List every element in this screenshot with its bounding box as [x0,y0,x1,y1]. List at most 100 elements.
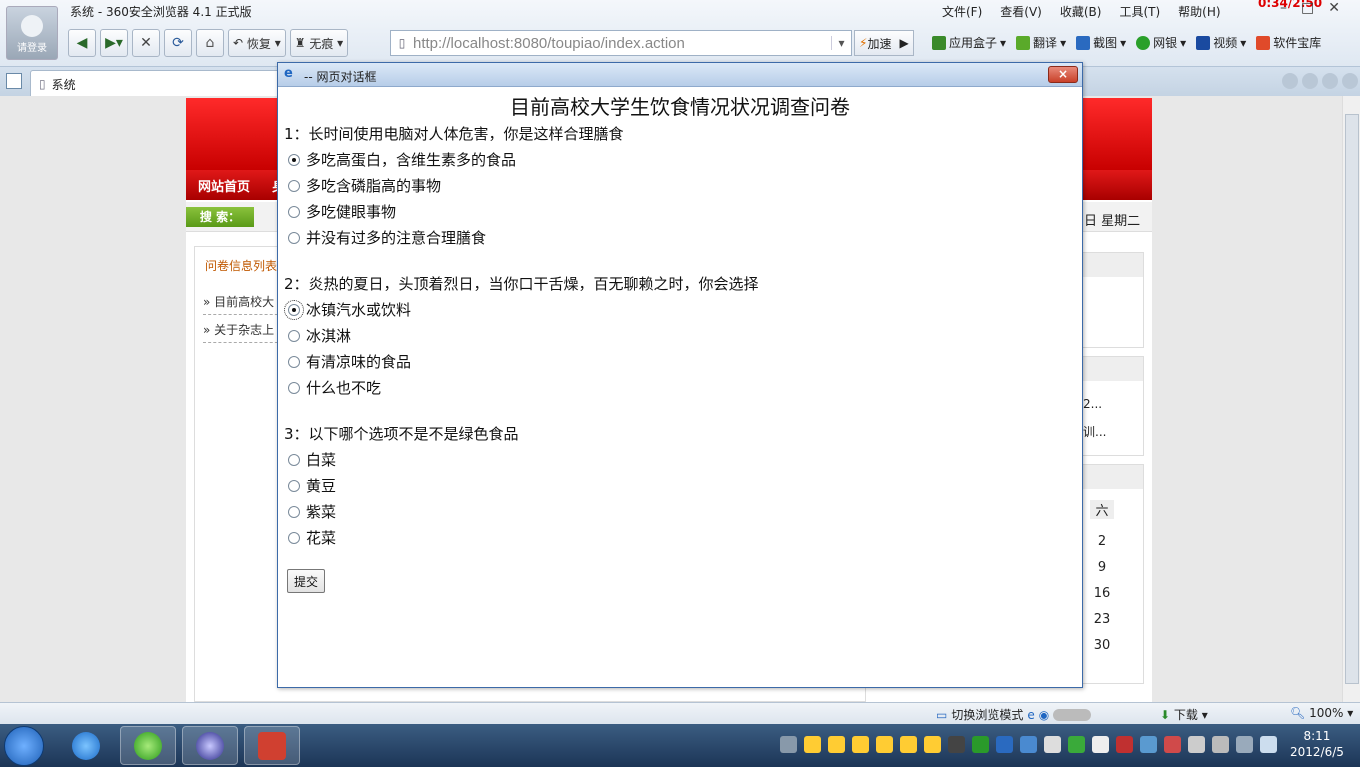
calendar-day[interactable]: 23 [1090,612,1114,627]
taskbar-toolbox[interactable] [244,726,300,765]
go-arrow-icon[interactable]: ▶ [899,36,908,50]
shield-icon[interactable] [996,736,1013,753]
screenshot-button[interactable]: 截图 ▾ [1076,34,1126,51]
taskbar-eclipse[interactable] [182,726,238,765]
qq-icon[interactable] [876,736,893,753]
taskbar-360-browser[interactable] [120,726,176,765]
qq-icon[interactable] [804,736,821,753]
toggle-icon[interactable] [1053,708,1092,721]
tool-icon[interactable] [948,736,965,753]
mode-switch-button[interactable]: ▭ 切换浏览模式 e ◉ [936,706,1092,723]
menu-file[interactable]: 文件(F) [942,3,982,20]
qq-icon[interactable] [852,736,869,753]
app-tray-icon[interactable] [1092,736,1109,753]
back-button[interactable]: ◀ [68,29,96,57]
note-icon[interactable] [1044,736,1061,753]
address-bar[interactable]: ▯ http://localhost:8080/toupiao/index.ac… [390,30,852,56]
list-item-text[interactable]: 关于杂志上 [214,323,274,337]
system-clock[interactable]: 8:11 2012/6/5 [1290,728,1344,760]
qq-icon[interactable] [900,736,917,753]
speed-button[interactable]: ⚡ 加速 ▶ [854,30,914,56]
banking-button[interactable]: 网银 ▾ [1136,34,1186,51]
radio-button[interactable] [288,355,300,368]
tab-close-icon[interactable] [1342,73,1358,89]
download-button[interactable]: ⬇ 下载 ▾ [1160,706,1208,723]
calendar-day[interactable]: 16 [1090,586,1114,601]
login-avatar[interactable]: 请登录 [6,6,58,60]
qq-icon[interactable] [924,736,941,753]
radio-button[interactable] [288,531,300,544]
software-store-button[interactable]: 软件宝库 [1256,34,1321,51]
keyboard-icon[interactable] [780,736,797,753]
maximize-icon[interactable]: □ [1301,0,1314,16]
calendar-day[interactable]: 2 [1090,534,1114,549]
taskbar-ie[interactable] [58,726,114,765]
app-box-button[interactable]: 应用盒子 ▾ [932,34,1006,51]
start-button[interactable] [4,726,44,766]
app-tray-icon[interactable] [1140,736,1157,753]
zoom-control[interactable]: 🔍︎ 100% ▾ [1290,706,1353,720]
close-window-icon[interactable]: ✕ [1328,0,1340,16]
q1-option-1[interactable]: 多吃高蛋白，含维生素多的食品 [288,149,516,170]
q2-option-3[interactable]: 有清凉味的食品 [288,351,411,372]
list-item[interactable]: » 关于杂志上 [203,321,283,343]
q3-option-4[interactable]: 花菜 [288,527,336,548]
volume-icon[interactable] [1260,736,1277,753]
sidebar-toggle-icon[interactable] [6,73,22,89]
radio-button[interactable] [288,479,300,492]
calendar-day[interactable]: 30 [1090,638,1114,653]
tab-list-icon[interactable] [1322,73,1338,89]
translate-button[interactable]: 翻译 ▾ [1016,34,1066,51]
q3-option-2[interactable]: 黄豆 [288,475,336,496]
right-snippet[interactable]: 2... [1083,397,1102,411]
radio-button[interactable] [284,299,304,320]
refresh-tray-icon[interactable] [1068,736,1085,753]
globe-icon[interactable]: ◉ [1039,708,1049,722]
trace-button[interactable]: ♜ 无痕 ▾ [289,29,349,57]
radio-button[interactable] [288,205,300,218]
nav-home-link[interactable]: 网站首页 [198,176,250,195]
video-button[interactable]: 视频 ▾ [1196,34,1246,51]
home-button[interactable]: ⌂ [196,29,224,57]
q1-option-3[interactable]: 多吃健眼事物 [288,201,396,222]
tab-prev-icon[interactable] [1282,73,1298,89]
ie-mode-icon[interactable]: e [1027,708,1034,722]
display-icon[interactable] [1236,736,1253,753]
menu-favorites[interactable]: 收藏(B) [1060,3,1102,20]
q2-option-4[interactable]: 什么也不吃 [288,377,381,398]
q3-option-3[interactable]: 紫菜 [288,501,336,522]
q1-option-4[interactable]: 并没有过多的注意合理膳食 [288,227,486,248]
menu-help[interactable]: 帮助(H) [1178,3,1220,20]
app-tray-icon[interactable] [1164,736,1181,753]
right-snippet[interactable]: 训... [1083,423,1106,440]
network-status-icon[interactable] [1212,736,1229,753]
radio-button[interactable] [288,505,300,518]
address-url[interactable]: http://localhost:8080/toupiao/index.acti… [413,35,831,52]
forward-button[interactable]: ▶▾ [100,29,128,57]
radio-button[interactable] [288,381,300,394]
tool-tray-icon[interactable] [1116,736,1133,753]
calendar-day[interactable]: 9 [1090,560,1114,575]
radio-button[interactable] [288,329,300,342]
scrollbar-thumb[interactable] [1345,114,1359,684]
menu-tools[interactable]: 工具(T) [1119,3,1160,20]
dialog-close-button[interactable]: × [1048,66,1078,83]
q2-option-2[interactable]: 冰淇淋 [288,325,351,346]
network-icon[interactable] [972,736,989,753]
q3-option-1[interactable]: 白菜 [288,449,336,470]
radio-button[interactable] [288,231,300,244]
shield-icon[interactable] [1020,736,1037,753]
tab-system[interactable]: ▯ 系统 [30,70,280,97]
radio-button[interactable] [288,153,300,166]
submit-button[interactable]: 提交 [287,569,325,593]
radio-button[interactable] [288,179,300,192]
app-tray-icon[interactable] [1188,736,1205,753]
minimize-icon[interactable]: – [1280,0,1287,16]
radio-button[interactable] [288,453,300,466]
list-item[interactable]: » 目前高校大 [203,293,283,315]
q2-option-1[interactable]: 冰镇汽水或饮料 [284,299,411,320]
tab-next-icon[interactable] [1302,73,1318,89]
q1-option-2[interactable]: 多吃含磷脂高的事物 [288,175,441,196]
refresh-button[interactable]: ⟳ [164,29,192,57]
list-item-text[interactable]: 目前高校大 [214,295,274,309]
